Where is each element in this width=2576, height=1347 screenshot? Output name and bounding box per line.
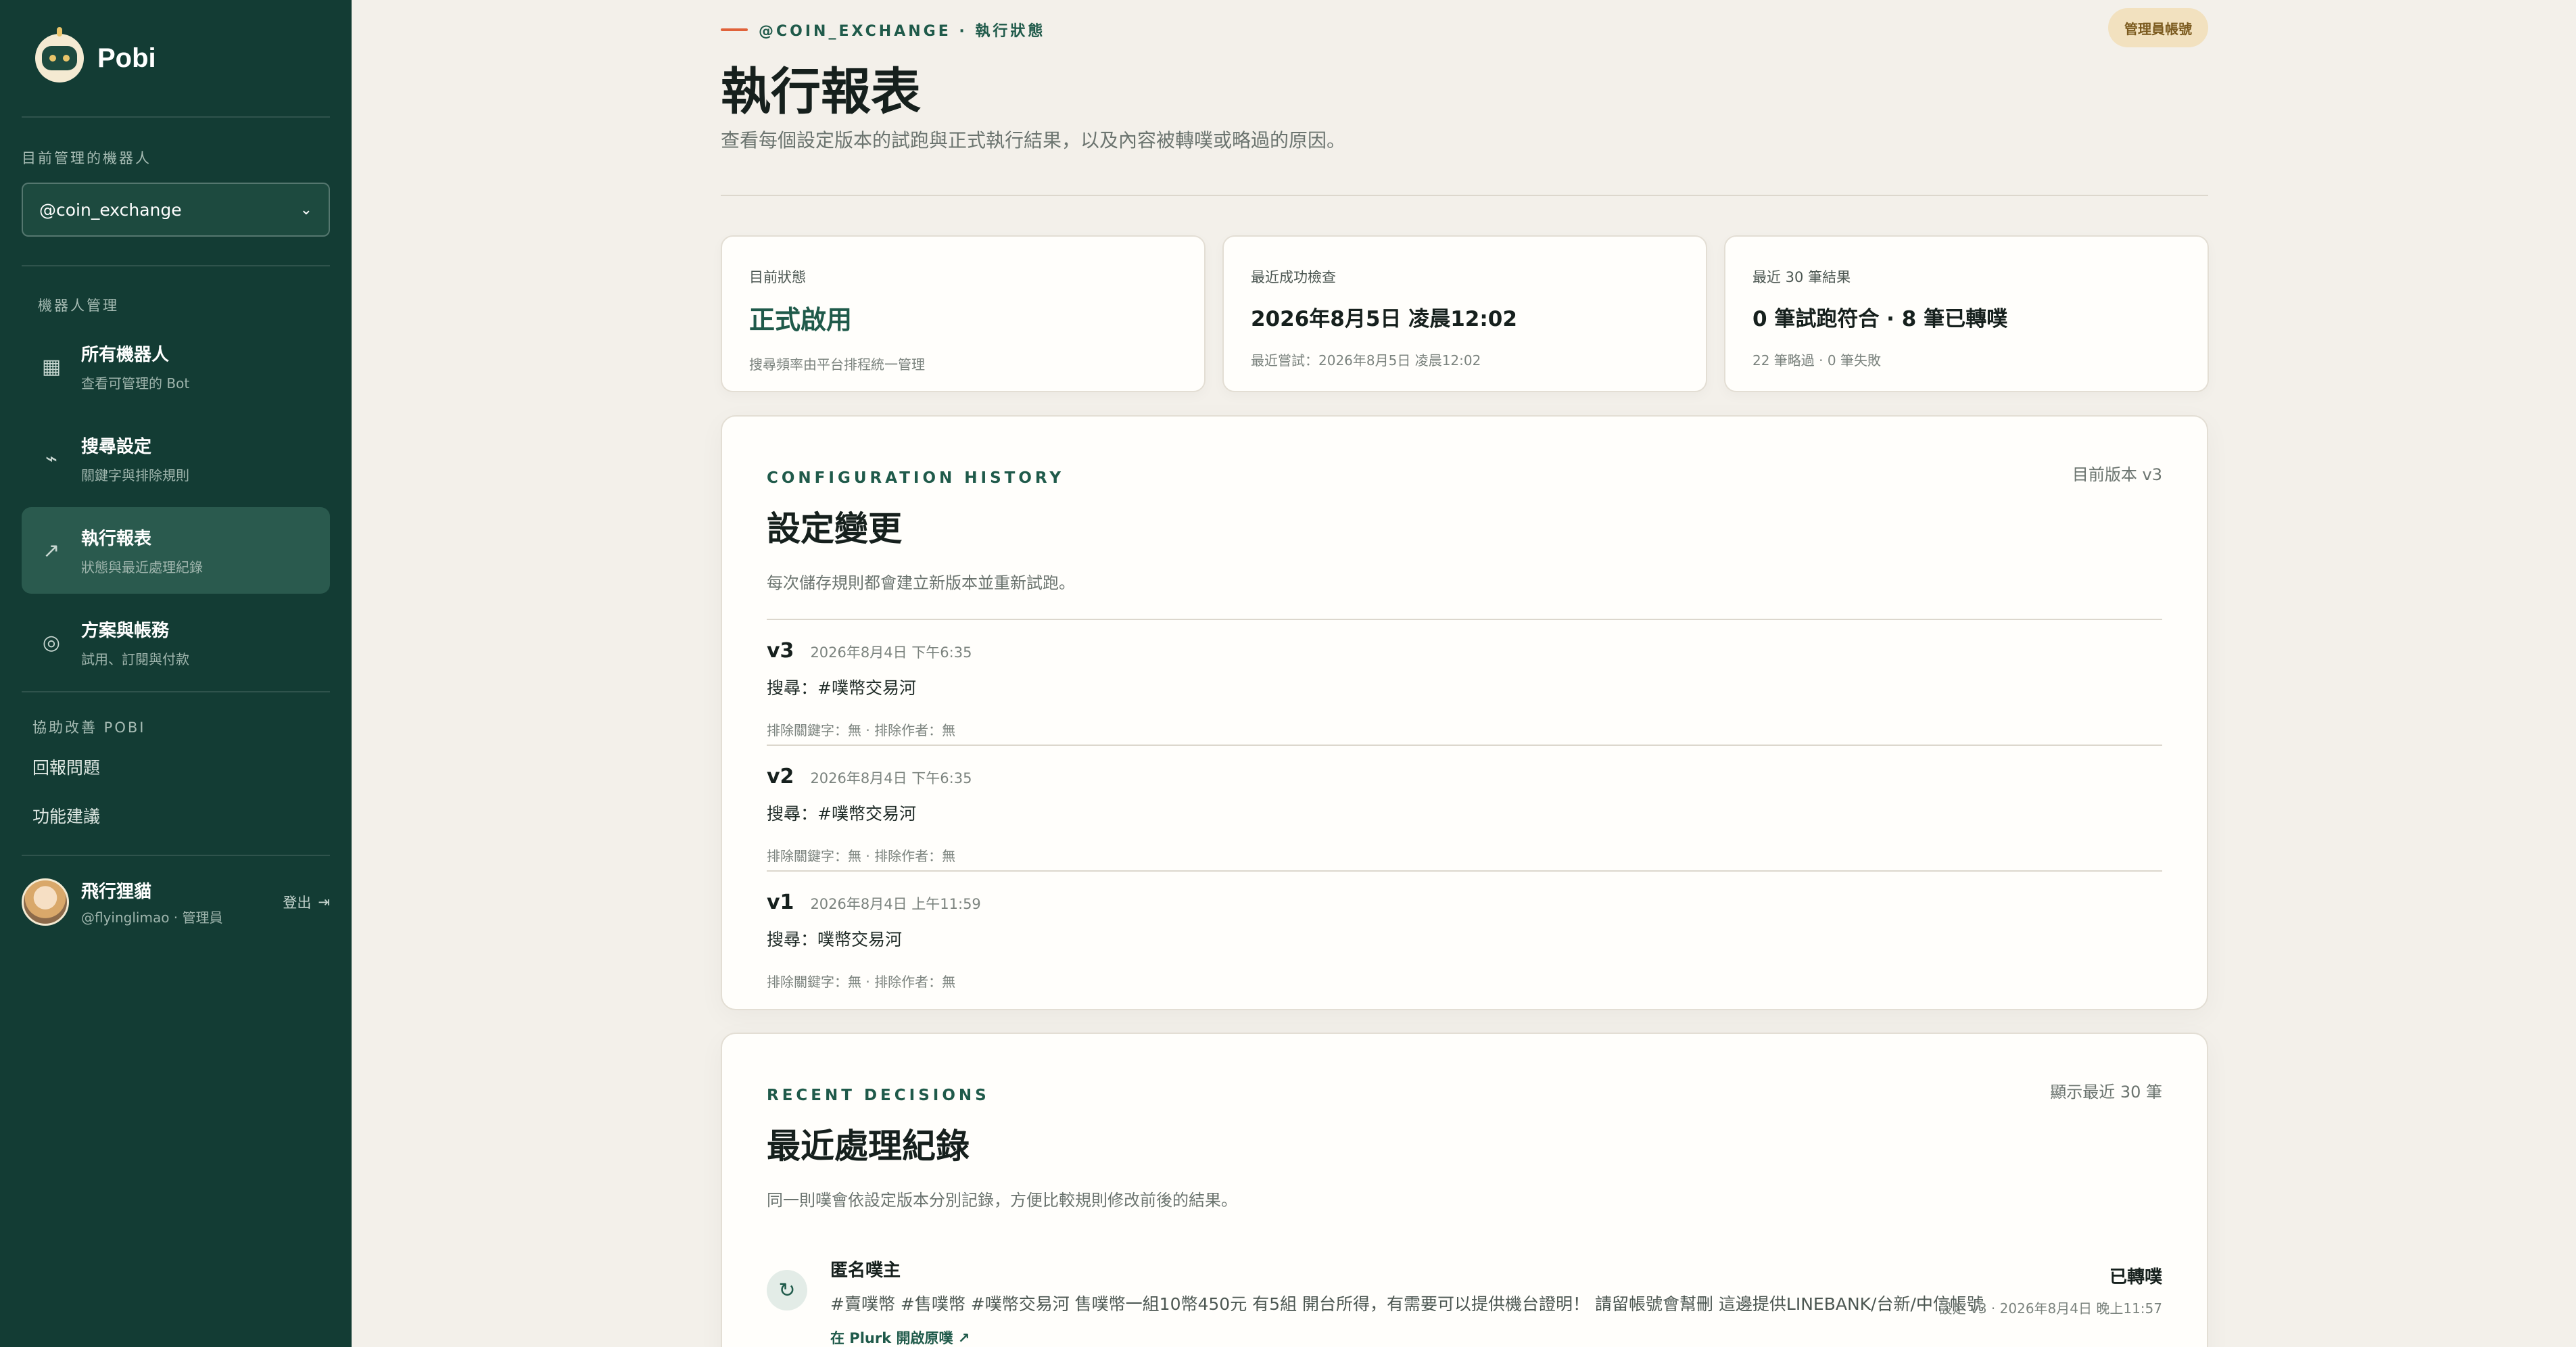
sidebar-item-reports[interactable]: ↗ 執行報表 狀態與最近處理紀錄 <box>22 507 330 594</box>
page-description: 查看每個設定版本的試跑與正式執行結果，以及內容被轉噗或略過的原因。 <box>721 129 1346 151</box>
section-description: 每次儲存規則都會建立新版本並重新試跑。 <box>767 573 1075 592</box>
section-eyebrow: CONFIGURATION HISTORY <box>767 469 1065 487</box>
section-description: 同一則噗會依設定版本分別記錄，方便比較規則修改前後的結果。 <box>767 1191 1237 1210</box>
sidebar-item-sub: 關鍵字與排除規則 <box>81 467 189 483</box>
recent-decisions-panel: 顯示最近 30 筆 RECENT DECISIONS 最近處理紀錄 同一則噗會依… <box>721 1033 2208 1347</box>
trend-arrow-icon: ↗ <box>43 538 60 563</box>
stat-sub: 最近嘗試：2026年8月5日 凌晨12:02 <box>1251 352 1481 369</box>
version-name: v3 <box>767 639 794 663</box>
chevron-down-icon: ⌄ <box>300 201 312 218</box>
version-row: v1 2026年8月4日 上午11:59 搜尋：噗幣交易河 排除關鍵字：無 · … <box>767 870 2162 996</box>
wave-icon: ⌁ <box>45 446 58 471</box>
bot-management-label: 機器人管理 <box>38 298 119 314</box>
current-bot-label: 目前管理的機器人 <box>22 150 151 166</box>
eyebrow-text: @COIN_EXCHANGE · 執行狀態 <box>759 23 1046 40</box>
version-name: v2 <box>767 765 794 788</box>
logout-button[interactable]: 登出 ⇥ <box>283 892 330 912</box>
sidebar-item-search-settings[interactable]: ⌁ 搜尋設定 關鍵字與排除規則 <box>22 415 330 502</box>
stat-card-recent-results: 最近 30 筆結果 0 筆試跑符合 · 8 筆已轉噗 22 筆略過 · 0 筆失… <box>1724 235 2209 392</box>
bot-select-value: @coin_exchange <box>39 199 182 220</box>
page-title: 執行報表 <box>721 63 921 121</box>
version-exclusions: 排除關鍵字：無 · 排除作者：無 <box>767 848 956 864</box>
sidebar-item-all-bots[interactable]: ▦ 所有機器人 查看可管理的 Bot <box>22 323 330 410</box>
report-issue-link[interactable]: 回報問題 <box>22 742 330 791</box>
logout-icon: ⇥ <box>318 894 330 910</box>
version-date: 2026年8月4日 下午6:35 <box>810 644 972 661</box>
version-name: v1 <box>767 891 794 914</box>
stat-value: 0 筆試跑符合 · 8 筆已轉噗 <box>1752 307 2008 331</box>
decision-date: 設定 v3 · 2026年8月4日 晚上11:57 <box>1938 1300 2162 1317</box>
target-icon: ◎ <box>42 630 61 655</box>
stat-card-last-check: 最近成功檢查 2026年8月5日 凌晨12:02 最近嘗試：2026年8月5日 … <box>1222 235 1707 392</box>
sidebar-divider <box>22 116 330 118</box>
sidebar-divider <box>22 691 330 692</box>
section-eyebrow: RECENT DECISIONS <box>767 1087 990 1104</box>
stat-label: 最近成功檢查 <box>1251 269 1336 285</box>
brand[interactable]: Pobi <box>22 0 330 116</box>
section-title: 最近處理紀錄 <box>767 1127 970 1166</box>
version-date: 2026年8月4日 上午11:59 <box>810 896 981 912</box>
current-version: 目前版本 v3 <box>2072 465 2162 484</box>
robot-logo-icon <box>35 27 84 82</box>
version-exclusions: 排除關鍵字：無 · 排除作者：無 <box>767 722 956 738</box>
version-query: 搜尋：#噗幣交易河 <box>767 678 916 698</box>
sidebar: Pobi 目前管理的機器人 @coin_exchange ⌄ 機器人管理 ▦ 所… <box>0 0 352 1347</box>
help-label: 協助改善 POBI <box>32 719 146 736</box>
bot-select[interactable]: @coin_exchange ⌄ <box>22 183 330 237</box>
stat-value: 2026年8月5日 凌晨12:02 <box>1251 307 1517 331</box>
decision-author: 匿名噗主 <box>830 1260 901 1281</box>
user-profile: 飛行狸貓 @flyinglimao · 管理員 登出 ⇥ <box>22 856 330 948</box>
sidebar-item-title: 方案與帳務 <box>81 621 170 641</box>
version-row: v2 2026年8月4日 下午6:35 搜尋：#噗幣交易河 排除關鍵字：無 · … <box>767 745 2162 870</box>
stat-sub: 22 筆略過 · 0 筆失敗 <box>1752 352 1881 369</box>
page-eyebrow: @COIN_EXCHANGE · 執行狀態 <box>721 19 1045 41</box>
version-exclusions: 排除關鍵字：無 · 排除作者：無 <box>767 974 956 990</box>
main-content: @COIN_EXCHANGE · 執行狀態 管理員帳號 執行報表 查看每個設定版… <box>352 0 2576 1347</box>
admin-badge: 管理員帳號 <box>2108 8 2208 47</box>
section-title: 設定變更 <box>767 509 902 548</box>
version-row: v3 2026年8月4日 下午6:35 搜尋：#噗幣交易河 排除關鍵字：無 · … <box>767 619 2162 745</box>
version-query: 搜尋：噗幣交易河 <box>767 930 903 949</box>
header-divider <box>721 195 2208 196</box>
sidebar-item-sub: 試用、訂閱與付款 <box>81 651 189 667</box>
sidebar-item-sub: 查看可管理的 Bot <box>81 375 190 392</box>
decision-status: 已轉噗 <box>2109 1267 2162 1287</box>
version-date: 2026年8月4日 下午6:35 <box>810 770 972 786</box>
eyebrow-dash <box>721 28 748 31</box>
user-name: 飛行狸貓 <box>81 882 152 902</box>
sidebar-item-title: 搜尋設定 <box>81 437 152 457</box>
sidebar-item-sub: 狀態與最近處理紀錄 <box>81 559 203 575</box>
sidebar-item-title: 執行報表 <box>81 529 152 549</box>
user-handle: @flyinglimao · 管理員 <box>81 909 223 926</box>
sidebar-item-title: 所有機器人 <box>81 345 170 365</box>
stat-label: 最近 30 筆結果 <box>1752 269 1851 285</box>
decisions-count: 顯示最近 30 筆 <box>2050 1083 2162 1102</box>
open-plurk-link[interactable]: 在 Plurk 開啟原噗 ↗ <box>830 1327 1984 1347</box>
stat-label: 目前狀態 <box>749 269 806 285</box>
decision-item: ↻ 匿名噗主 #賣噗幣 #售噗幣 #噗幣交易河 售噗幣一組10幣450元 有5組… <box>767 1256 2162 1347</box>
config-history-panel: 目前版本 v3 CONFIGURATION HISTORY 設定變更 每次儲存規… <box>721 415 2208 1010</box>
stat-card-status: 目前狀態 正式啟用 搜尋頻率由平台排程統一管理 <box>721 235 1206 392</box>
brand-name: Pobi <box>97 43 156 73</box>
sidebar-divider <box>22 265 330 266</box>
stat-sub: 搜尋頻率由平台排程統一管理 <box>749 356 925 373</box>
feature-suggestion-link[interactable]: 功能建議 <box>22 791 330 840</box>
logout-label: 登出 <box>283 895 312 911</box>
version-query: 搜尋：#噗幣交易河 <box>767 804 916 824</box>
decision-text: #賣噗幣 #售噗幣 #噗幣交易河 售噗幣一組10幣450元 有5組 開台所得，有… <box>830 1294 1984 1314</box>
avatar[interactable] <box>22 878 69 926</box>
sidebar-item-billing[interactable]: ◎ 方案與帳務 試用、訂閱與付款 <box>22 599 330 686</box>
stat-value: 正式啟用 <box>749 305 853 335</box>
replurk-icon: ↻ <box>767 1270 807 1310</box>
grid-icon: ▦ <box>41 354 62 379</box>
